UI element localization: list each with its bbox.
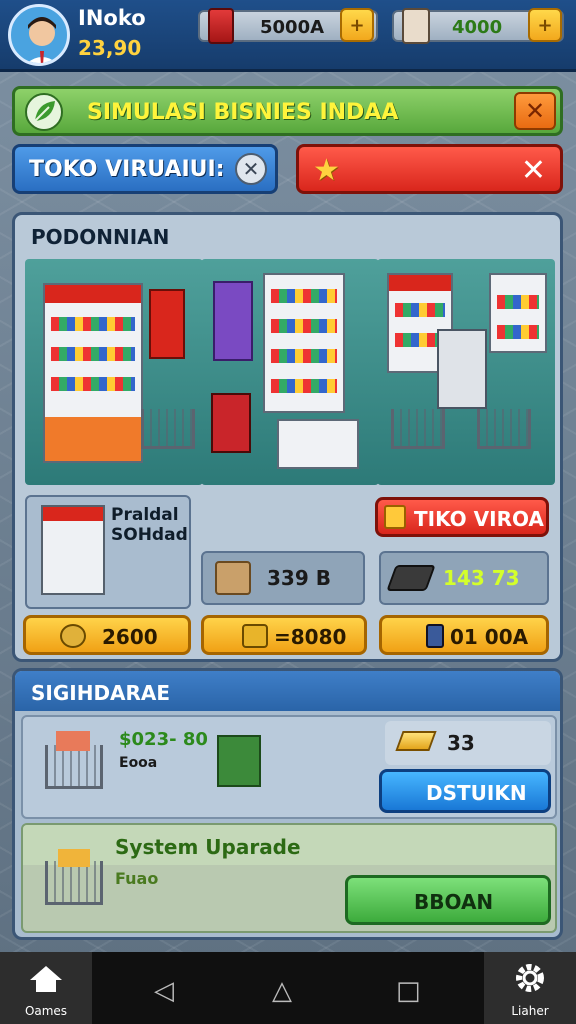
device-icon bbox=[386, 565, 436, 591]
resource-value-1: 5000A bbox=[260, 17, 325, 38]
resource-value-2: 4000 bbox=[452, 17, 503, 38]
cost-value-1: 2600 bbox=[102, 625, 158, 649]
plus-icon: + bbox=[349, 14, 365, 36]
top-bar: INoko 23,90 5000A + 4000 + bbox=[0, 0, 576, 72]
box-icon bbox=[215, 561, 251, 595]
shopping-cart-icon bbox=[45, 849, 103, 905]
paint-can-icon bbox=[208, 8, 234, 44]
shop-stand-icon bbox=[41, 505, 105, 595]
cost-button-3[interactable]: 01 00A bbox=[379, 615, 549, 655]
dismiss-icon[interactable]: ✕ bbox=[521, 153, 546, 188]
stat-value-2: 143 73 bbox=[443, 566, 520, 590]
gold-value: 33 bbox=[447, 731, 475, 755]
recents-icon[interactable]: □ bbox=[396, 976, 421, 1006]
stat-card-1: 339 B bbox=[201, 551, 365, 605]
manager-portrait-icon bbox=[402, 8, 430, 44]
grocery-shelf-icon bbox=[489, 273, 547, 353]
gear-icon bbox=[516, 964, 544, 992]
card-icon bbox=[426, 624, 444, 648]
home-icon bbox=[30, 966, 62, 992]
upgrade-panel-heading: SIGIHDARAE bbox=[31, 681, 171, 705]
produce-crate-icon bbox=[217, 735, 261, 787]
cash-register-icon bbox=[437, 329, 487, 409]
grocery-shelf-icon bbox=[263, 273, 345, 413]
back-icon[interactable]: ◁ bbox=[154, 976, 174, 1006]
store-search-text: TOKO VIRUAIUI: bbox=[29, 157, 225, 182]
games-nav-label: Oames bbox=[24, 1004, 68, 1018]
rent-store-label: TIKO VIROA bbox=[414, 507, 544, 531]
home-system-icon[interactable]: △ bbox=[272, 976, 292, 1006]
cost-button-2[interactable]: =8080 bbox=[201, 615, 367, 655]
coin-bag-icon bbox=[60, 624, 86, 648]
close-icon: ✕ bbox=[524, 97, 546, 125]
rent-store-button[interactable]: TIKO VIROA bbox=[375, 497, 549, 537]
store-panel-heading: PODONNIAN bbox=[31, 225, 170, 249]
cost-value-2: =8080 bbox=[274, 625, 347, 649]
leaf-icon bbox=[25, 93, 63, 131]
stat-value-1: 339 B bbox=[267, 566, 331, 590]
player-avatar[interactable] bbox=[8, 4, 70, 66]
stove-icon bbox=[211, 393, 251, 453]
settings-nav-label: Liaher bbox=[511, 1004, 549, 1018]
store-scene-3[interactable] bbox=[377, 259, 555, 485]
store-panel: PODONNIAN Praldal SOHdad TIKO VIROA 339 … bbox=[12, 212, 563, 662]
favorites-banner[interactable]: ★ ✕ bbox=[296, 144, 563, 194]
sign-icon bbox=[149, 289, 185, 359]
vending-machine-icon bbox=[213, 281, 253, 361]
shop-detail-card[interactable]: Praldal SOHdad bbox=[25, 495, 191, 609]
shopping-cart-icon bbox=[391, 409, 445, 449]
game-title: SIMULASI BISNIES INDAA bbox=[87, 100, 399, 125]
upgrade-sub: Fuao bbox=[115, 869, 159, 888]
shop-detail-name: Praldal SOHdad bbox=[111, 505, 188, 545]
gold-bar-card: 33 bbox=[385, 721, 551, 765]
settings-nav-button[interactable]: Liaher bbox=[484, 952, 576, 1024]
stat-card-2: 143 73 bbox=[379, 551, 549, 605]
shopping-cart-icon bbox=[45, 731, 103, 789]
shopping-cart-icon bbox=[141, 409, 195, 449]
store-search-field[interactable]: TOKO VIRUAIUI: ✕ bbox=[12, 144, 278, 194]
cost-button-1[interactable]: 2600 bbox=[23, 615, 191, 655]
item-price-sub: Eooa bbox=[119, 755, 158, 771]
buy-upgrade-button[interactable]: BBOAN bbox=[345, 875, 551, 925]
upgrade-title: System Uparade bbox=[115, 835, 301, 859]
close-button[interactable]: ✕ bbox=[514, 92, 556, 130]
title-banner: SIMULASI BISNIES INDAA ✕ bbox=[12, 86, 563, 136]
grocery-shelf-icon bbox=[43, 283, 143, 463]
buy-upgrade-label: BBOAN bbox=[414, 890, 494, 914]
shopping-cart-icon bbox=[477, 409, 531, 449]
add-resource-2-button[interactable]: + bbox=[528, 8, 562, 42]
store-scene-2[interactable] bbox=[201, 259, 379, 485]
clear-search-icon[interactable]: ✕ bbox=[235, 153, 267, 185]
player-money: 23,90 bbox=[78, 36, 142, 60]
cost-value-3: 01 00A bbox=[450, 625, 529, 649]
plus-icon: + bbox=[537, 14, 553, 36]
store-scene-1[interactable] bbox=[25, 259, 203, 485]
gold-bar-icon bbox=[395, 731, 437, 751]
player-name: INoko bbox=[78, 6, 146, 30]
item-price: $023- 80 bbox=[119, 729, 208, 750]
star-icon: ★ bbox=[313, 153, 340, 188]
add-resource-1-button[interactable]: + bbox=[340, 8, 374, 42]
food-cart-icon bbox=[277, 419, 359, 469]
bottom-navigation-bar: Oames ◁ △ □ Liaher bbox=[0, 952, 576, 1024]
gold-coins-icon bbox=[384, 505, 406, 529]
action-button[interactable]: DSTUIKN bbox=[379, 769, 551, 813]
games-nav-button[interactable]: Oames bbox=[0, 952, 92, 1024]
coin-stack-icon bbox=[242, 624, 268, 648]
player-face-icon bbox=[27, 17, 57, 63]
action-button-label: DSTUIKN bbox=[426, 781, 527, 805]
upgrade-panel: SIGIHDARAE $023- 80 Eooa 33 DSTUIKN Syst… bbox=[12, 668, 563, 940]
